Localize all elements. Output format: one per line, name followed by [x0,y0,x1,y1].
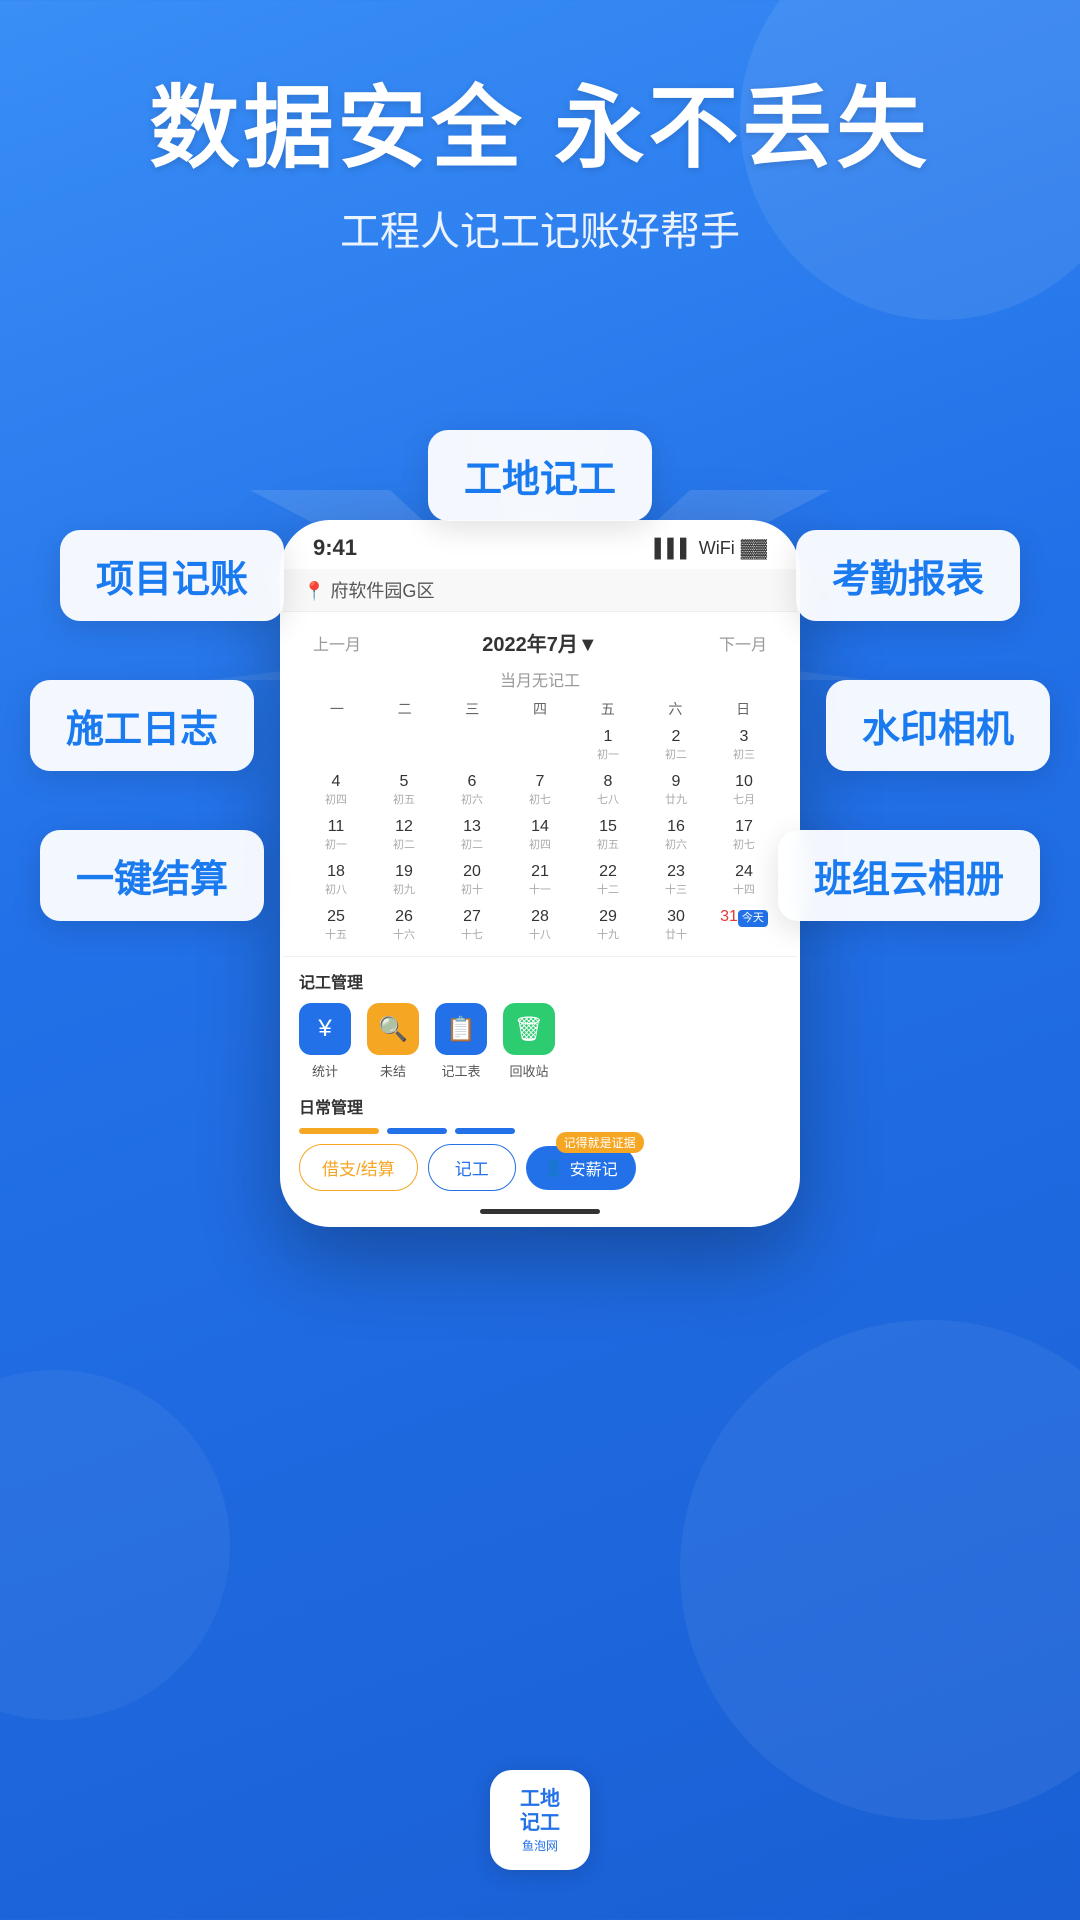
bar-orange [299,1128,379,1134]
tool-record-table[interactable]: 📋 记工表 [435,1003,487,1080]
record-table-icon: 📋 [435,1003,487,1055]
bg-circle-bottom [680,1320,1080,1820]
badge-right-top[interactable]: 考勤报表 [796,530,1020,621]
next-month-btn[interactable]: 下一月 [719,631,767,655]
statistics-icon: ¥ [299,1003,351,1055]
phone-status-bar: 9:41 ▌▌▌ WiFi ▓▓ [283,523,797,569]
bg-circle-left [0,1370,230,1720]
status-time: 9:41 [313,535,357,561]
toolbar-icons: ¥ 统计 🔍 未结 📋 记工表 🗑 回收站 [299,1003,781,1080]
pending-icon: 🔍 [367,1003,419,1055]
daily-label: 日常管理 [299,1094,781,1118]
statistics-label: 统计 [312,1061,338,1080]
logo-text-main: 工地 记工 [520,1787,560,1835]
phone-container: 9:41 ▌▌▌ WiFi ▓▓ 📍 府软件园G区 上一月 2022年7月▼ 下… [280,520,800,1227]
calendar-month-title: 2022年7月▼ [482,628,597,657]
btn-jiezhi[interactable]: 借支/结算 [299,1144,418,1191]
management-label: 记工管理 [299,969,781,993]
main-title: 数据安全 永不丢失 [0,80,1080,179]
calendar-weekdays: 一 二 三 四 五 六 日 [303,695,777,723]
badge-right-bottom[interactable]: 班组云相册 [778,830,1040,921]
badge-left-middle[interactable]: 施工日志 [30,680,254,771]
daily-section: 日常管理 借支/结算 记工 记得就是证据 👤 安薪记 [299,1094,781,1191]
recycle-icon: 🗑 [503,1003,555,1055]
pending-label: 未结 [380,1061,406,1080]
calendar-no-record: 当月无记工 [303,663,777,695]
bar-blue2 [455,1128,515,1134]
signal-icon: ▌▌▌ [655,538,693,559]
anxin-badge: 记得就是证据 [556,1132,644,1153]
phone-mockup: 9:41 ▌▌▌ WiFi ▓▓ 📍 府软件园G区 上一月 2022年7月▼ 下… [280,520,800,1227]
sub-title: 工程人记工记账好帮手 [0,199,1080,257]
btn-jigong[interactable]: 记工 [428,1144,516,1191]
calendar-section: 上一月 2022年7月▼ 下一月 当月无记工 一 二 三 四 五 六 日 [283,612,797,956]
recycle-label: 回收站 [509,1061,548,1080]
badge-top-center[interactable]: 工地记工 [428,430,652,521]
prev-month-btn[interactable]: 上一月 [313,631,361,655]
location-icon: 📍 [303,581,325,601]
home-indicator-bar [283,1199,797,1224]
bar-blue [387,1128,447,1134]
tool-pending[interactable]: 🔍 未结 [367,1003,419,1080]
bottom-buttons: 借支/结算 记工 记得就是证据 👤 安薪记 [299,1144,781,1191]
battery-icon: ▓▓ [741,538,767,559]
calendar-nav: 上一月 2022年7月▼ 下一月 [303,622,777,663]
badge-left-bottom[interactable]: 一键结算 [40,830,264,921]
tool-statistics[interactable]: ¥ 统计 [299,1003,351,1080]
badge-right-middle[interactable]: 水印相机 [826,680,1050,771]
header-section: 数据安全 永不丢失 工程人记工记账好帮手 [0,80,1080,257]
wifi-icon: WiFi [699,538,735,559]
phone-toolbar: 记工管理 ¥ 统计 🔍 未结 📋 记工表 🗑 回收站 [283,956,797,1199]
bottom-logo: 工地 记工 鱼泡网 [490,1770,590,1870]
logo-box: 工地 记工 鱼泡网 [490,1770,590,1870]
calendar-grid: 1初一 2初二 3初三 4初四 5初五 6初六 7初七 8七八 9廿九 10七月… [303,723,777,946]
status-icons: ▌▌▌ WiFi ▓▓ [655,538,768,559]
location-text: 府软件园G区 [330,581,434,601]
badge-left-top[interactable]: 项目记账 [60,530,284,621]
location-bar: 📍 府软件园G区 [283,569,797,612]
record-table-label: 记工表 [441,1061,480,1080]
btn-anxin[interactable]: 记得就是证据 👤 安薪记 [526,1146,636,1190]
user-icon: 👤 [544,1158,564,1178]
home-bar [480,1209,600,1214]
logo-text-sub: 鱼泡网 [522,1837,558,1854]
tool-recycle[interactable]: 🗑 回收站 [503,1003,555,1080]
